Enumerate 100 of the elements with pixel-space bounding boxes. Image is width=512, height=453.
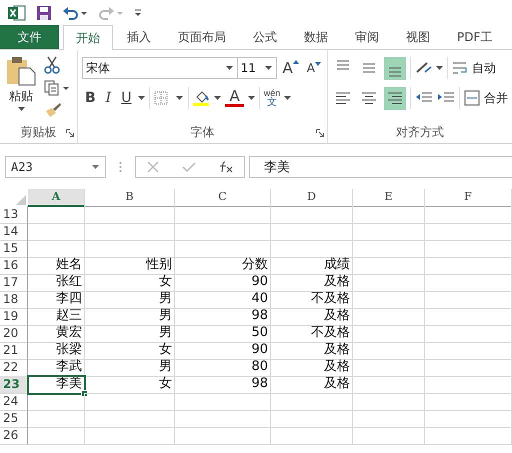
table-cell[interactable] [353,291,425,309]
font-color-button[interactable]: A [225,89,244,107]
table-cell[interactable]: 及格 [271,274,353,292]
scissors-icon[interactable] [44,56,60,74]
customize-toolbar-icon[interactable] [134,8,142,16]
bottom-align-button[interactable] [384,56,406,80]
column-header[interactable]: E [353,189,425,207]
table-cell[interactable] [175,427,271,445]
formula-input[interactable]: 李美 [249,156,512,178]
table-cell[interactable] [425,223,512,241]
table-cell[interactable] [85,206,175,224]
file-tab[interactable]: 文件 [0,25,59,49]
table-cell[interactable] [353,342,425,360]
table-cell[interactable] [85,223,175,241]
row-header[interactable]: 21 [0,342,28,360]
table-cell[interactable] [271,223,353,241]
table-cell[interactable] [85,427,175,445]
table-cell[interactable] [425,342,512,360]
table-cell[interactable] [425,427,512,445]
row-header[interactable]: 16 [0,257,28,275]
table-cell[interactable]: 及格 [271,376,353,394]
table-cell[interactable]: 女 [85,274,175,292]
table-cell[interactable] [28,393,85,411]
table-cell[interactable]: 90 [175,342,271,360]
table-cell[interactable] [353,376,425,394]
ribbon-tab[interactable]: PDF工 [444,25,506,49]
table-cell[interactable] [425,206,512,224]
table-cell[interactable]: 性别 [85,257,175,275]
table-cell[interactable]: 黄宏 [28,325,85,343]
undo-icon[interactable] [62,6,88,20]
cancel-icon[interactable] [147,160,160,172]
copy-icon[interactable] [44,80,70,96]
table-cell[interactable] [28,206,85,224]
table-cell[interactable]: 李四 [28,291,85,309]
ribbon-tab[interactable]: 插入 [114,25,164,49]
table-cell[interactable]: 男 [85,359,175,377]
table-cell[interactable] [175,410,271,428]
table-cell[interactable] [353,393,425,411]
table-cell[interactable] [353,359,425,377]
borders-icon[interactable] [154,91,184,105]
ribbon-tab[interactable]: 视图 [393,25,443,49]
table-cell[interactable] [85,240,175,258]
table-cell[interactable]: 50 [175,325,271,343]
right-align-button[interactable] [384,86,406,110]
table-cell[interactable]: 及格 [271,359,353,377]
font-size-field[interactable]: 11 [236,57,277,79]
format-painter-icon[interactable] [44,102,62,118]
table-cell[interactable] [353,274,425,292]
paste-button[interactable]: 粘贴 [4,56,38,118]
phonetic-guide-button[interactable]: wén 文 [264,88,280,108]
table-cell[interactable] [425,257,512,275]
table-cell[interactable]: 不及格 [271,291,353,309]
ribbon-tab[interactable]: 数据 [291,25,341,49]
table-cell[interactable] [425,376,512,394]
table-cell[interactable]: 分数 [175,257,271,275]
table-cell[interactable]: 及格 [271,308,353,326]
ribbon-tab[interactable]: 开始 [63,25,113,50]
dialog-launcher-icon[interactable] [66,129,74,137]
row-header[interactable]: 14 [0,223,28,241]
table-cell[interactable]: 李武 [28,359,85,377]
row-header[interactable]: 23 [0,376,28,394]
row-header[interactable]: 18 [0,291,28,309]
table-cell[interactable] [425,240,512,258]
table-cell[interactable]: 张红 [28,274,85,292]
column-header[interactable]: A [28,189,85,207]
ribbon-tab[interactable]: 公式 [240,25,290,49]
insert-function-icon[interactable] [218,160,233,172]
underline-button[interactable]: U [118,90,134,106]
table-cell[interactable] [271,393,353,411]
table-cell[interactable] [353,223,425,241]
table-cell[interactable]: 女 [85,376,175,394]
italic-button[interactable]: I [102,90,114,106]
table-cell[interactable] [353,206,425,224]
column-header[interactable]: D [271,189,353,207]
table-cell[interactable] [425,325,512,343]
checkmark-icon[interactable] [182,160,196,172]
table-cell[interactable] [28,240,85,258]
row-header[interactable]: 19 [0,308,28,326]
table-cell[interactable]: 姓名 [28,257,85,275]
table-cell[interactable] [28,223,85,241]
table-cell[interactable] [425,393,512,411]
table-cell[interactable] [271,240,353,258]
table-cell[interactable] [175,206,271,224]
caret-icon[interactable] [284,96,292,100]
table-cell[interactable] [175,393,271,411]
table-cell[interactable]: 40 [175,291,271,309]
table-cell[interactable]: 90 [175,274,271,292]
caret-icon[interactable] [248,96,255,100]
row-header[interactable]: 24 [0,393,28,411]
caret-icon[interactable] [138,96,146,100]
row-header[interactable]: 26 [0,427,28,445]
dialog-launcher-icon[interactable] [316,129,324,137]
table-cell[interactable] [425,410,512,428]
table-cell[interactable]: 男 [85,325,175,343]
table-cell[interactable]: 98 [175,376,271,394]
table-cell[interactable]: 不及格 [271,325,353,343]
table-cell[interactable] [353,410,425,428]
table-cell[interactable]: 98 [175,308,271,326]
table-cell[interactable] [175,240,271,258]
table-cell[interactable] [425,274,512,292]
